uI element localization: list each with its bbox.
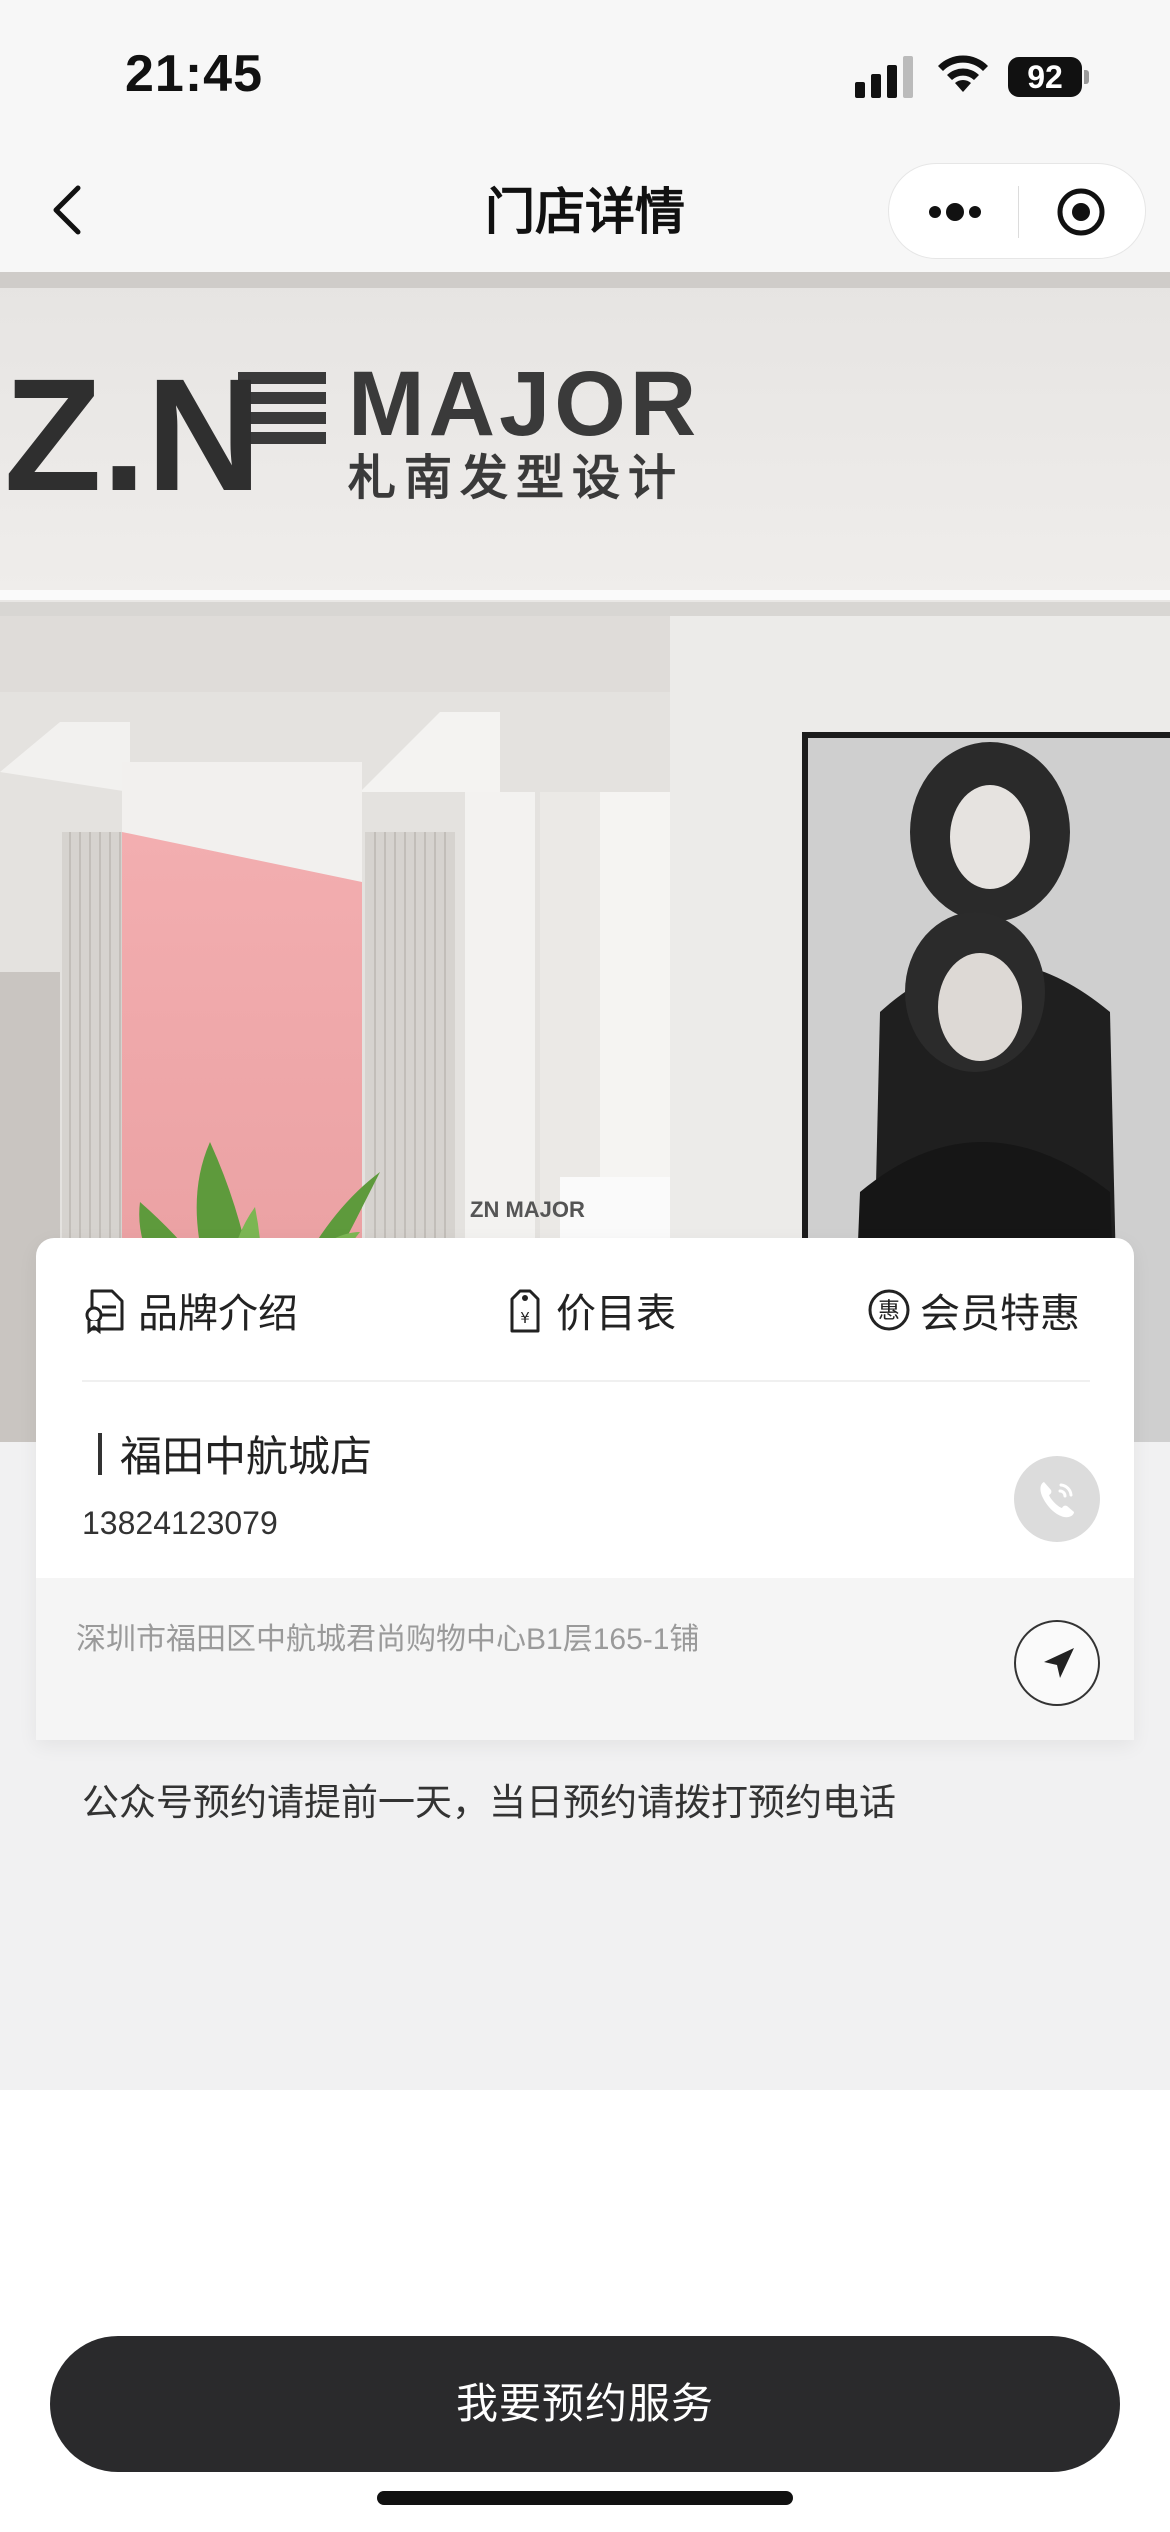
battery-tip — [1084, 70, 1089, 84]
svg-text:¥: ¥ — [520, 1309, 530, 1327]
book-service-button[interactable]: 我要预约服务 — [50, 2336, 1120, 2472]
logo-major-text: MAJOR — [348, 353, 700, 455]
navigate-button[interactable] — [1014, 1620, 1100, 1706]
status-time: 21:45 — [125, 45, 263, 103]
tab-price-label: 价目表 — [556, 1292, 676, 1336]
store-phone-number: 13824123079 — [82, 1505, 278, 1541]
tab-brand-intro[interactable]: 品牌介绍 — [84, 1280, 298, 1340]
address-row: 深圳市福田区中航城君尚购物中心B1层165-1铺 — [36, 1578, 1134, 1740]
tabs-divider — [82, 1380, 1090, 1382]
battery-indicator: 92 — [1008, 57, 1089, 97]
booking-notice: 公众号预约请提前一天，当日预约请拨打预约电话 — [82, 1782, 896, 1823]
tab-member-discount[interactable]: 惠 会员特惠 — [866, 1280, 1080, 1340]
store-tabs: 品牌介绍 ¥ 价目表 惠 会员特惠 — [36, 1238, 1134, 1380]
navigation-arrow-icon — [1044, 1648, 1074, 1678]
wifi-icon — [938, 55, 988, 92]
tab-member-label: 会员特惠 — [920, 1292, 1080, 1336]
store-name-accent-bar — [98, 1432, 102, 1475]
phone-icon — [1040, 1482, 1074, 1518]
mini-program-capsule — [888, 163, 1146, 259]
navigation-bar: 门店详情 — [0, 150, 1170, 272]
close-target-icon[interactable] — [1055, 186, 1107, 238]
logo-zn-text: Z.N — [4, 345, 262, 524]
store-name-row: 福田中航城店 — [84, 1423, 372, 1484]
cellular-signal-icon — [855, 56, 913, 98]
tab-price-list[interactable]: ¥ 价目表 — [502, 1280, 676, 1340]
store-address: 深圳市福田区中航城君尚购物中心B1层165-1铺 — [76, 1623, 700, 1656]
member-discount-icon: 惠 — [868, 1289, 910, 1331]
wall-sign-text: ZN MAJOR — [470, 1197, 585, 1222]
store-info-card: 品牌介绍 ¥ 价目表 惠 会员特惠 福田中航城店 13824123079 深圳市… — [36, 1238, 1134, 1740]
tab-brand-label: 品牌介绍 — [138, 1292, 298, 1336]
status-bar: 21:45 92 — [0, 0, 1170, 150]
battery-level: 92 — [1008, 57, 1082, 97]
svg-text:惠: 惠 — [878, 1299, 900, 1324]
more-dots-icon[interactable] — [925, 186, 985, 238]
call-button[interactable] — [1014, 1456, 1100, 1542]
capsule-divider — [1018, 186, 1019, 238]
logo-subtitle-text: 札南发型设计 — [348, 450, 684, 506]
price-tag-icon: ¥ — [510, 1289, 540, 1333]
home-indicator — [377, 2491, 793, 2505]
store-name: 福田中航城店 — [120, 1433, 373, 1480]
brand-document-icon — [85, 1289, 124, 1335]
